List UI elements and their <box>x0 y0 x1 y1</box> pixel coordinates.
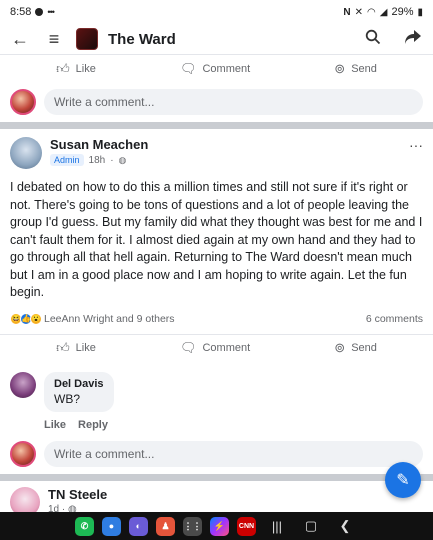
comment-icon: 🗨︎ <box>179 340 197 355</box>
post-header: Susan Meachen Admin 18h · ◍ ··· <box>10 137 423 169</box>
send-label: Send <box>351 62 377 75</box>
thumbs-up-icon: 👍︎ <box>56 340 70 355</box>
privacy-icon: ◍ <box>118 154 127 165</box>
post-actions: 👍︎ Like 🗨︎ Comment ⊚ Send <box>0 333 433 362</box>
comment-button[interactable]: 🗨︎ Comment <box>180 340 250 356</box>
home-icon[interactable]: ▢ <box>298 518 324 534</box>
browser-app-icon[interactable]: ◐ <box>129 516 148 536</box>
comment-input-row: Write a comment... <box>0 434 433 474</box>
admin-badge: Admin <box>50 154 84 166</box>
prev-comment-input-row: Write a comment... <box>0 82 433 122</box>
comment-button[interactable]: 🗨︎ Comment <box>180 61 250 77</box>
comment-icon: 🗨︎ <box>179 60 197 76</box>
group-title[interactable]: The Ward <box>108 31 351 48</box>
globe-icon: · <box>110 154 114 166</box>
messenger-icon: ⊚ <box>334 340 346 355</box>
comment-actions: Like Reply <box>0 416 433 434</box>
cnn-app-icon[interactable]: CNN <box>237 516 256 536</box>
signal-icon: ◢ <box>379 6 388 18</box>
user-avatar <box>10 440 36 467</box>
comment-like-button[interactable]: Like <box>44 419 66 431</box>
app-bar: ← ≡ The Ward <box>0 24 433 54</box>
status-time: 8:58 <box>10 6 32 18</box>
reaction-icons[interactable]: 😆 👍 😮 <box>10 312 42 325</box>
compose-fab-button[interactable]: ✎ <box>385 462 421 498</box>
comment-label: Comment <box>202 342 251 354</box>
wifi-icon: ◠ <box>367 6 376 18</box>
status-bar: 8:58 ••• N ✕ ◠ ◢ 29% ▮ <box>0 0 433 24</box>
comment-text: WB? <box>54 391 81 406</box>
post-divider <box>0 122 433 129</box>
back-arrow-icon[interactable]: ← <box>8 29 32 50</box>
prev-post-actions: 👍︎ Like 🗨︎ Comment ⊚ Send <box>0 54 433 82</box>
phone-app-icon[interactable]: ✆ <box>75 516 94 536</box>
reactions-summary[interactable]: LeeAnn Wright and 9 others <box>44 313 175 325</box>
reactions-row: 😆 👍 😮 LeeAnn Wright and 9 others 6 comme… <box>10 310 423 328</box>
more-options-icon[interactable]: ··· <box>409 137 423 153</box>
system-nav-bar: ✆ ● ◐ ♟ ⋮⋮ ⚡ CNN ||| ▢ ❮ <box>0 512 433 540</box>
post-divider <box>0 473 433 481</box>
next-post-author[interactable]: TN Steele <box>48 487 107 502</box>
menu-icon[interactable]: ≡ <box>42 29 66 50</box>
group-avatar[interactable] <box>76 28 98 50</box>
messenger-app-icon[interactable]: ⚡ <box>210 516 229 536</box>
like-button[interactable]: 👍︎ Like <box>56 61 96 77</box>
comment-input[interactable]: Write a comment... <box>44 89 423 115</box>
recents-icon[interactable]: ||| <box>264 519 290 534</box>
nfc-icon: N <box>343 6 351 18</box>
share-icon[interactable] <box>401 29 425 50</box>
apps-grid-icon[interactable]: ⋮⋮ <box>183 516 202 536</box>
back-icon[interactable]: ❮ <box>332 518 358 534</box>
like-label: Like <box>75 62 96 75</box>
wow-reaction-icon: 😮 <box>30 312 42 325</box>
post-body: I debated on how to do this a million ti… <box>10 180 423 299</box>
post-time: 18h <box>88 154 106 166</box>
user-avatar <box>10 89 36 115</box>
like-button[interactable]: 👍︎ Like <box>56 340 96 356</box>
post-author[interactable]: Susan Meachen <box>50 137 401 152</box>
contacts-app-icon[interactable]: ♟ <box>156 516 175 536</box>
send-button[interactable]: ⊚ Send <box>334 61 377 77</box>
comment-item: Del Davis WB? <box>0 362 433 412</box>
messages-app-icon[interactable]: ● <box>102 516 121 536</box>
more-notifications-icon: ••• <box>47 7 55 17</box>
thumbs-up-icon: 👍︎ <box>56 60 70 76</box>
mute-icon: ✕ <box>354 6 364 18</box>
send-label: Send <box>351 342 377 354</box>
edit-icon: ✎ <box>396 472 410 489</box>
comments-count[interactable]: 6 comments <box>366 313 423 325</box>
battery-icon: ▮ <box>417 6 423 18</box>
comment-bubble[interactable]: Del Davis WB? <box>44 371 114 412</box>
commenter-name[interactable]: Del Davis <box>54 378 104 390</box>
notification-icon <box>35 8 44 16</box>
commenter-avatar[interactable] <box>10 371 36 398</box>
send-button[interactable]: ⊚ Send <box>334 340 377 356</box>
author-avatar[interactable] <box>10 137 42 169</box>
comment-input[interactable]: Write a comment... <box>44 440 423 467</box>
like-label: Like <box>75 342 96 354</box>
comment-reply-button[interactable]: Reply <box>78 419 108 431</box>
search-icon[interactable] <box>361 29 385 50</box>
comment-label: Comment <box>202 62 251 75</box>
messenger-icon: ⊚ <box>334 60 346 76</box>
post: Susan Meachen Admin 18h · ◍ ··· I debate… <box>0 129 433 362</box>
battery-level: 29% <box>391 6 414 18</box>
